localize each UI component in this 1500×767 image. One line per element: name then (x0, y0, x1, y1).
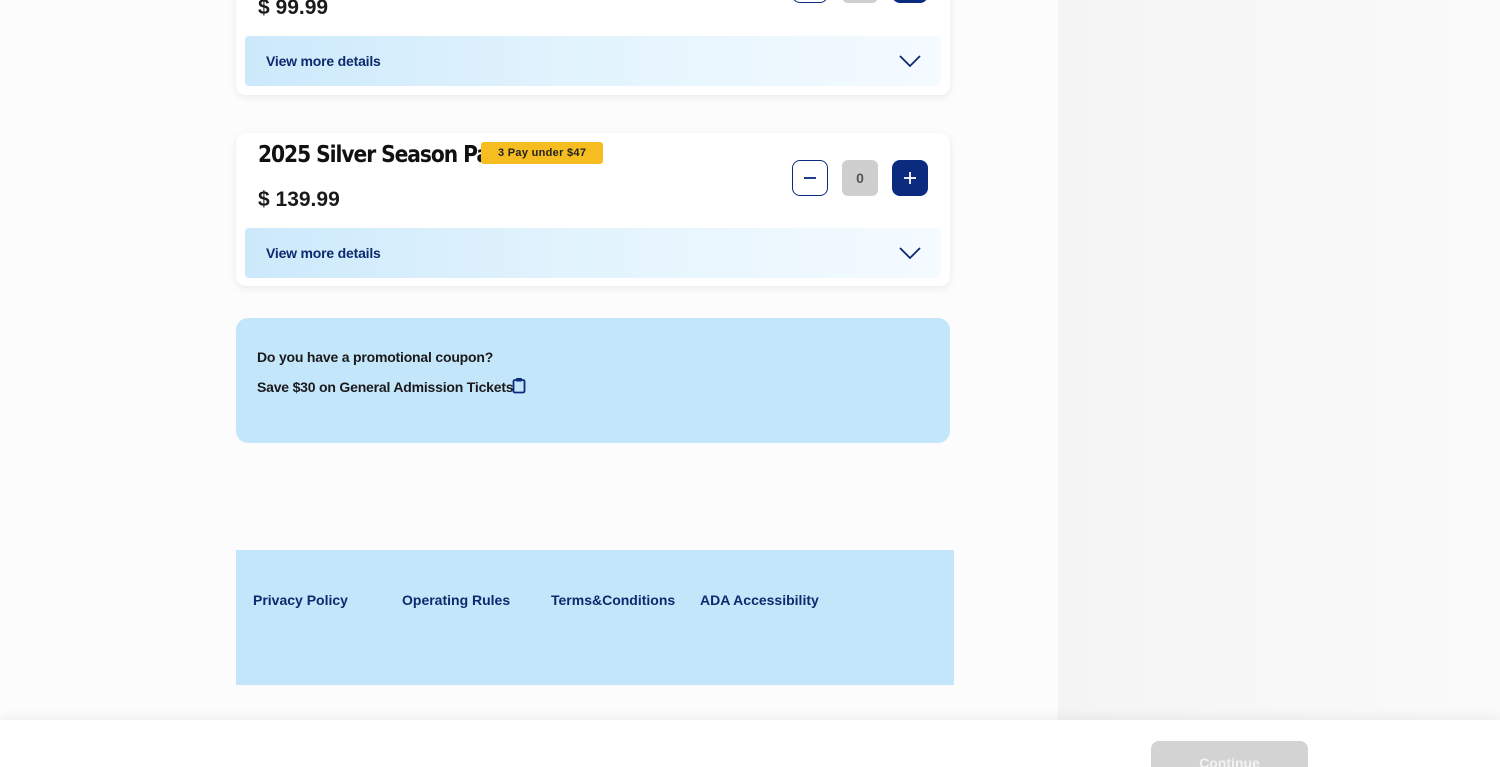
increase-quantity-button[interactable] (892, 0, 928, 3)
ticket-card: $ 99.99 0 View more details (236, 0, 950, 95)
coupon-question: Do you have a promotional coupon? (257, 349, 494, 365)
footer-link-ada-accessibility[interactable]: ADA Accessibility (700, 592, 819, 608)
chevron-down-icon (899, 247, 921, 260)
payment-plan-badge: 3 Pay under $47 (481, 142, 604, 164)
promotional-coupon-box: Do you have a promotional coupon? Save $… (236, 318, 950, 443)
footer-link-operating-rules[interactable]: Operating Rules (402, 592, 510, 608)
view-more-details-label: View more details (266, 53, 381, 69)
view-more-details-toggle[interactable]: View more details (245, 228, 941, 278)
decrease-quantity-button[interactable] (792, 160, 828, 196)
quantity-value: 0 (842, 160, 878, 196)
ticket-title: 2025 Silver Season Pass (258, 142, 512, 168)
continue-button[interactable]: Continue (1151, 741, 1308, 767)
coupon-offer-text: Save $30 on General Admission Tickets (257, 379, 514, 395)
right-side-panel (1058, 0, 1500, 720)
view-more-details-label: View more details (266, 245, 381, 261)
quantity-value: 0 (842, 0, 878, 3)
ticket-price: $ 139.99 (258, 188, 340, 211)
ticket-card: 2025 Silver Season Pass 3 Pay under $47 … (236, 133, 950, 286)
increase-quantity-button[interactable] (892, 160, 928, 196)
footer-link-terms-conditions[interactable]: Terms&Conditions (551, 592, 675, 608)
minus-icon (804, 177, 816, 179)
decrease-quantity-button[interactable] (792, 0, 828, 3)
footer-link-privacy-policy[interactable]: Privacy Policy (253, 592, 348, 608)
footer: Privacy Policy Operating Rules Terms&Con… (236, 550, 954, 685)
bottom-action-bar: Continue (0, 720, 1500, 767)
view-more-details-toggle[interactable]: View more details (245, 36, 941, 86)
clipboard-icon[interactable] (512, 377, 526, 394)
ticket-price: $ 99.99 (258, 0, 329, 19)
chevron-down-icon (899, 55, 921, 68)
plus-icon (904, 172, 916, 184)
